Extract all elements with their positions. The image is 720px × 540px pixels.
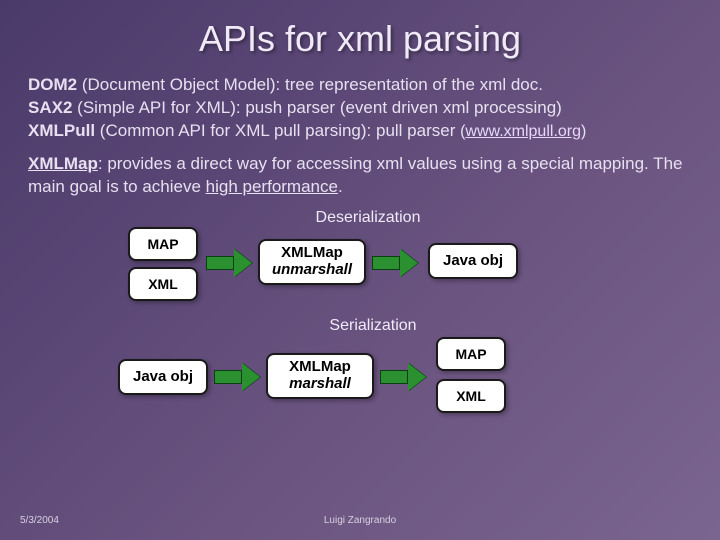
unmarshall-label: unmarshall: [272, 262, 352, 279]
xmlmap-proc-label-2: XMLMap: [289, 359, 351, 376]
api-sax2-desc: : push parser (event driven xml processi…: [236, 98, 562, 117]
api-xmlpull-desc: : pull parser: [367, 121, 461, 140]
java-obj-box-2: Java obj: [118, 359, 208, 395]
api-dom2-name: DOM2: [28, 75, 77, 94]
xml-box-2: XML: [436, 379, 506, 413]
api-sax2-name: SAX2: [28, 98, 72, 117]
map-label-2: MAP: [455, 346, 486, 362]
link-close-paren: ): [581, 123, 586, 140]
map-box-2: MAP: [436, 337, 506, 371]
xmlmap-text2: .: [338, 177, 343, 196]
marshall-label: marshall: [289, 376, 351, 393]
xmlmap-name: XMLMap: [28, 154, 98, 173]
api-dom2-full: (Document Object Model): [82, 75, 276, 94]
xml-label: XML: [148, 276, 178, 292]
java-obj-box-1: Java obj: [428, 243, 518, 279]
diagram: Deserialization MAP XML XMLMap unmarshal…: [128, 209, 692, 459]
xmlpull-link[interactable]: www.xmlpull.org: [465, 123, 581, 140]
deserialization-label: Deserialization: [308, 209, 428, 227]
xml-label-2: XML: [456, 388, 486, 404]
java-obj-label: Java obj: [443, 252, 503, 269]
xmlmap-emph: high performance: [206, 177, 338, 196]
xmlmap-unmarshall-box: XMLMap unmarshall: [258, 239, 366, 285]
api-sax2-full: (Simple API for XML): [77, 98, 236, 117]
footer-date: 5/3/2004: [20, 515, 59, 526]
map-box-1: MAP: [128, 227, 198, 261]
arrow-icon: [214, 363, 260, 391]
map-label: MAP: [147, 236, 178, 252]
api-xmlpull-full: (Common API for XML pull parsing): [100, 121, 367, 140]
api-xmlpull-name: XMLPull: [28, 121, 95, 140]
xmlmap-paragraph: XMLMap: provides a direct way for access…: [28, 153, 692, 199]
arrow-icon: [206, 249, 252, 277]
java-obj-label-2: Java obj: [133, 368, 193, 385]
xml-box-1: XML: [128, 267, 198, 301]
api-dom2-desc: : tree representation of the xml doc.: [276, 75, 543, 94]
xmlmap-text1: : provides a direct way for accessing xm…: [28, 154, 682, 196]
api-dom2-line: DOM2 (Document Object Model): tree repre…: [28, 74, 692, 143]
arrow-icon: [372, 249, 418, 277]
slide-title: APIs for xml parsing: [28, 18, 692, 60]
serialization-label: Serialization: [318, 317, 428, 335]
arrow-icon: [380, 363, 426, 391]
xmlmap-marshall-box: XMLMap marshall: [266, 353, 374, 399]
footer-author: Luigi Zangrando: [324, 515, 396, 526]
xmlmap-proc-label: XMLMap: [281, 245, 343, 262]
